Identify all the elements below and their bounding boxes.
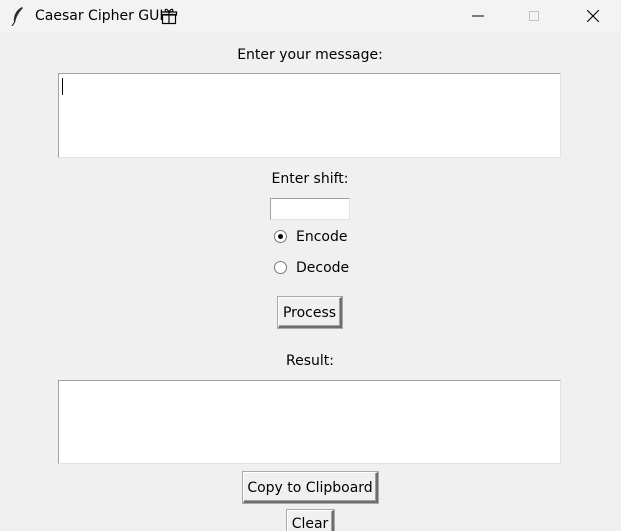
process-button[interactable]: Process: [278, 297, 342, 328]
radio-dot: [278, 234, 283, 239]
minimize-button[interactable]: [455, 0, 501, 32]
maximize-button[interactable]: [511, 0, 557, 32]
window-title: Caesar Cipher GUI: [35, 8, 164, 24]
decode-label: Decode: [296, 260, 350, 276]
result-output[interactable]: [58, 380, 561, 464]
shift-label: Enter shift:: [271, 171, 349, 187]
caesar-cipher-window: Caesar Cipher GUI Enter your message: En…: [0, 0, 621, 531]
feather-icon: [10, 6, 26, 27]
close-icon: [587, 10, 599, 22]
text-caret: [62, 78, 63, 95]
maximize-icon: [529, 11, 539, 21]
radio-selected-icon: [274, 230, 287, 243]
message-input[interactable]: [58, 73, 561, 158]
encode-label: Encode: [296, 229, 348, 245]
close-button[interactable]: [570, 0, 616, 32]
result-label: Result:: [286, 353, 334, 369]
copy-to-clipboard-button[interactable]: Copy to Clipboard: [243, 472, 378, 503]
message-label: Enter your message:: [237, 47, 383, 63]
gift-icon: [160, 7, 178, 25]
title-bar[interactable]: Caesar Cipher GUI: [0, 0, 621, 32]
radio-unselected-icon: [274, 261, 287, 274]
minimize-icon: [472, 15, 484, 17]
clear-button[interactable]: Clear: [287, 510, 334, 531]
shift-input[interactable]: [270, 198, 350, 220]
